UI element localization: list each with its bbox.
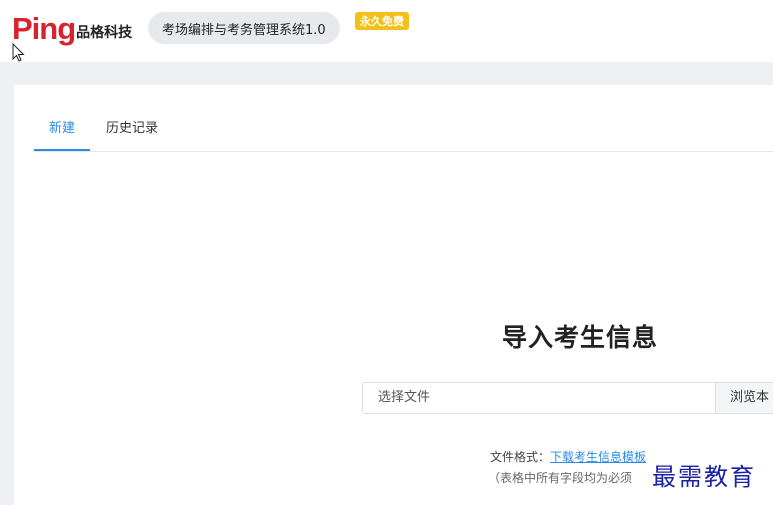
file-format-line: 文件格式：下载考生信息模板 bbox=[490, 448, 646, 465]
mouse-pointer-icon bbox=[12, 43, 25, 62]
logo-text: 品格科技 bbox=[76, 25, 133, 41]
import-title: 导入考生信息 bbox=[502, 323, 659, 352]
company-logo[interactable]: Ping 品格科技 bbox=[12, 12, 132, 44]
logo-mark: Ping bbox=[12, 11, 76, 46]
tab-new[interactable]: 新建 bbox=[34, 111, 90, 151]
tab-history[interactable]: 历史记录 bbox=[106, 111, 158, 151]
format-label: 文件格式： bbox=[490, 450, 551, 464]
main-panel: 新建 历史记录 导入考生信息 选择文件 浏览本 文件格式：下载考生信息模板 （表… bbox=[14, 85, 773, 505]
watermark: 最需教育 bbox=[652, 463, 756, 491]
system-name-pill[interactable]: 考场编排与考务管理系统1.0 bbox=[148, 12, 340, 44]
file-select-input[interactable]: 选择文件 bbox=[362, 382, 716, 414]
browse-button[interactable]: 浏览本 bbox=[715, 382, 773, 414]
free-badge: 永久免费 bbox=[355, 12, 409, 30]
tab-bar: 新建 历史记录 bbox=[34, 111, 773, 152]
top-bar: Ping 品格科技 考场编排与考务管理系统1.0 永久免费 bbox=[0, 0, 773, 62]
download-template-link[interactable]: 下载考生信息模板 bbox=[550, 450, 646, 464]
required-fields-note: （表格中所有字段均为必须 bbox=[488, 471, 633, 485]
